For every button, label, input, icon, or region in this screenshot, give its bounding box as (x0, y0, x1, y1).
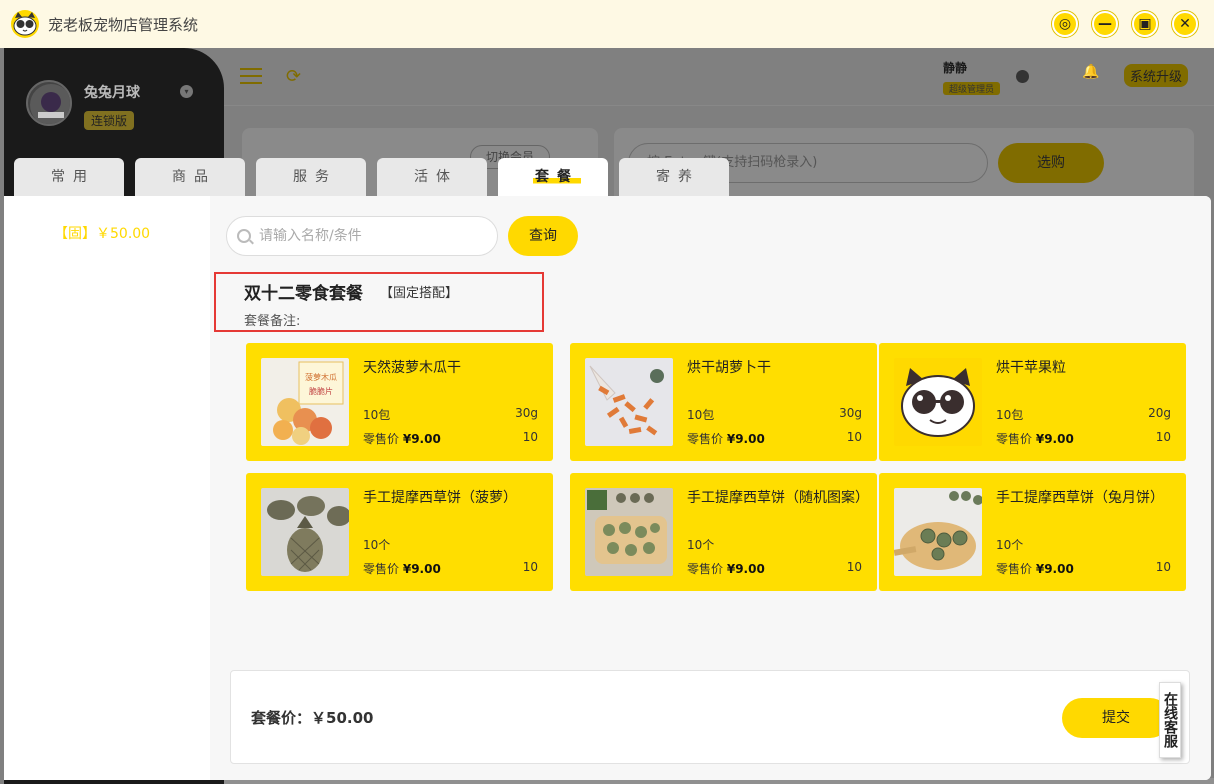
package-note-label: 套餐备注: (244, 314, 301, 329)
cat-logo-placeholder-image (894, 358, 982, 446)
upgrade-button[interactable]: 系统升级 (1124, 64, 1189, 87)
user-name: 兔兔月球 (84, 85, 140, 101)
edition-badge: 连锁版 (84, 111, 135, 130)
package-name: 双十二零食套餐 (244, 284, 363, 304)
product-stock: 10 (522, 430, 538, 444)
title-bar: 宠老板宠物店管理系统 ◎ — ▣ ✕ (0, 0, 1214, 48)
package-list-panel: 【固】￥50.00 (4, 196, 210, 780)
customer-service-tab[interactable]: 在线客服 (1159, 682, 1181, 758)
bell-icon[interactable]: 🔔 (1082, 64, 1099, 80)
minimize-icon[interactable]: — (1092, 11, 1118, 37)
product-card[interactable]: 手工提摩西草饼（随机图案） 10个 零售价 ¥9.00 10 (570, 473, 877, 591)
cat-logo-icon (11, 10, 39, 38)
product-qty: 10包 (363, 408, 391, 422)
product-price: 零售价 ¥9.00 (687, 432, 765, 446)
product-stock: 10 (846, 430, 862, 444)
close-icon[interactable]: ✕ (1172, 11, 1198, 37)
admin-role-badge: 超级管理员 (943, 82, 1001, 95)
product-qty: 10包 (687, 408, 715, 422)
product-card[interactable]: 烘干胡萝卜干 10包 30g 零售价 ¥9.00 10 (570, 343, 877, 461)
product-name: 手工提摩西草饼（兔月饼） (996, 490, 1164, 506)
tab-service[interactable]: 服务 (256, 158, 366, 198)
package-list-item[interactable]: 【固】￥50.00 (54, 223, 150, 243)
product-name: 烘干胡萝卜干 (687, 360, 771, 376)
search-icon (237, 229, 251, 243)
product-price: 零售价 ¥9.00 (996, 562, 1074, 576)
chevron-down-icon[interactable]: ▾ (180, 85, 193, 98)
product-qty: 10包 (996, 408, 1024, 422)
product-name: 手工提摩西草饼（菠萝） (363, 490, 517, 506)
product-stock: 10 (846, 560, 862, 574)
search-field[interactable] (226, 216, 498, 256)
product-price: 零售价 ¥9.00 (687, 562, 765, 576)
product-card[interactable]: 烘干苹果粒 10包 20g 零售价 ¥9.00 10 (879, 343, 1186, 461)
cookie-board-image (585, 488, 673, 576)
submit-button[interactable]: 提交 (1062, 698, 1170, 738)
product-price: 零售价 ¥9.00 (363, 432, 441, 446)
product-name: 天然菠萝木瓜干 (363, 360, 461, 376)
product-weight: 20g (1148, 406, 1171, 420)
tab-common[interactable]: 常用 (14, 158, 124, 198)
admin-name: 静静 (943, 61, 968, 75)
svg-text:脆脆片: 脆脆片 (309, 386, 333, 396)
tab-live-pets[interactable]: 活体 (377, 158, 487, 198)
product-weight: 30g (839, 406, 862, 420)
settings-icon[interactable]: ◎ (1052, 11, 1078, 37)
product-qty: 10个 (687, 538, 715, 552)
refresh-icon[interactable]: ⟳ (286, 66, 301, 87)
tab-boarding[interactable]: 寄养 (619, 158, 729, 198)
product-qty: 10个 (996, 538, 1024, 552)
product-stock: 10 (522, 560, 538, 574)
background-topbar (224, 48, 1214, 106)
product-name: 烘干苹果粒 (996, 360, 1066, 376)
avatar (26, 80, 72, 126)
product-price: 零售价 ¥9.00 (996, 432, 1074, 446)
buy-button[interactable]: 选购 (998, 143, 1104, 183)
package-footer (230, 670, 1190, 764)
product-stock: 10 (1155, 430, 1171, 444)
app-title: 宠老板宠物店管理系统 (48, 15, 199, 34)
maximize-icon[interactable]: ▣ (1132, 11, 1158, 37)
category-tabs: 常用 商品 服务 活体 套餐 寄养 (14, 158, 729, 198)
product-card[interactable]: 手工提摩西草饼（兔月饼） 10个 零售价 ¥9.00 10 (879, 473, 1186, 591)
product-price: 零售价 ¥9.00 (363, 562, 441, 576)
product-weight: 30g (515, 406, 538, 420)
query-button[interactable]: 查询 (508, 216, 578, 256)
svg-text:菠萝木瓜: 菠萝木瓜 (305, 372, 337, 382)
tab-package[interactable]: 套餐 (498, 158, 608, 198)
product-qty: 10个 (363, 538, 391, 552)
dried-carrot-image (585, 358, 673, 446)
dried-fruit-bag-image: 菠萝木瓜 脆脆片 (261, 358, 349, 446)
package-price: 套餐价：￥50.00 (251, 709, 374, 727)
product-stock: 10 (1155, 560, 1171, 574)
package-type: 【固定搭配】 (380, 286, 459, 301)
menu-icon[interactable] (240, 68, 262, 84)
pineapple-cookie-image (261, 488, 349, 576)
search-input[interactable] (259, 228, 479, 244)
admin-chevron-icon[interactable] (1016, 70, 1029, 83)
product-name: 手工提摩西草饼（随机图案） (687, 490, 869, 506)
tab-goods[interactable]: 商品 (135, 158, 245, 198)
mooncake-board-image (894, 488, 982, 576)
product-card[interactable]: 菠萝木瓜 脆脆片 天然菠萝木瓜干 10包 30g 零售价 ¥9.00 10 (246, 343, 553, 461)
product-card[interactable]: 手工提摩西草饼（菠萝） 10个 零售价 ¥9.00 10 (246, 473, 553, 591)
